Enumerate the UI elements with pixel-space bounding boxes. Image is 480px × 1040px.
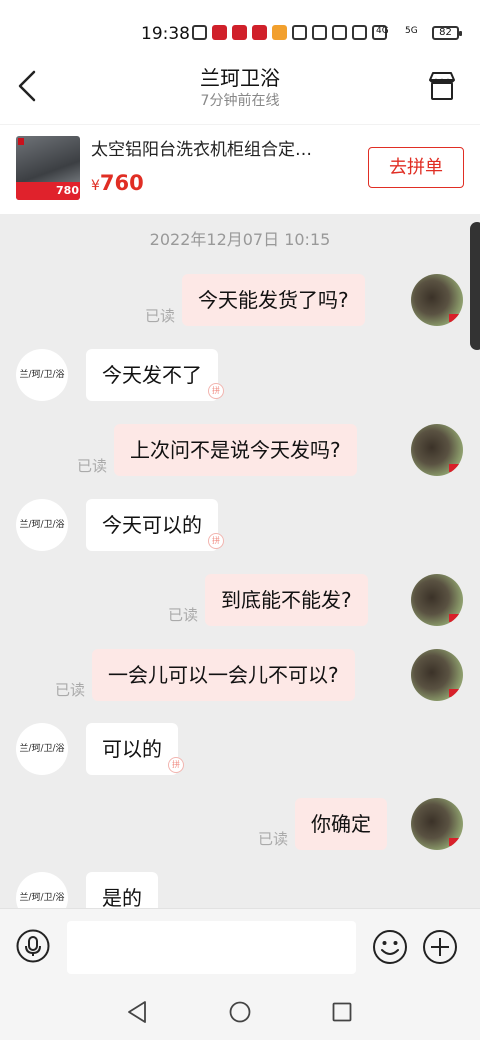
product-card[interactable]: 780 太空铝阳台洗衣机柜组合定… ¥760 去拼单 bbox=[0, 124, 480, 214]
my-avatar[interactable] bbox=[411, 274, 463, 326]
flag-icon bbox=[449, 464, 459, 472]
my-avatar[interactable] bbox=[411, 424, 463, 476]
page-title: 兰珂卫浴 bbox=[200, 66, 280, 90]
chat-timestamp: 2022年12月07日 10:15 bbox=[149, 230, 331, 249]
product-thumbnail[interactable]: 780 bbox=[16, 136, 80, 200]
product-name[interactable]: 太空铝阳台洗衣机柜组合定… bbox=[91, 135, 353, 160]
system-nav-bar bbox=[0, 984, 480, 1040]
chat-area[interactable]: 2022年12月07日 10:15 已读 今天能发货了吗? 兰/珂/卫/浴 今天… bbox=[0, 214, 480, 908]
store-icon[interactable] bbox=[426, 70, 458, 102]
app-notification-icon bbox=[212, 25, 227, 40]
plus-circle-icon[interactable] bbox=[422, 929, 458, 965]
nfc-icon bbox=[312, 25, 327, 40]
pinduoduo-seal-icon: 拼 bbox=[208, 533, 224, 549]
microphone-icon[interactable] bbox=[16, 929, 50, 963]
read-receipt: 已读 bbox=[55, 681, 86, 699]
read-receipt: 已读 bbox=[168, 606, 199, 624]
nav-back-icon[interactable] bbox=[126, 1000, 148, 1024]
delivery-notification-icon bbox=[272, 25, 287, 40]
message-bubble-sent[interactable]: 上次问不是说今天发吗? bbox=[114, 424, 357, 476]
shop-avatar[interactable]: 兰/珂/卫/浴 bbox=[16, 499, 68, 551]
signal-label-2: 5G bbox=[405, 26, 418, 36]
read-receipt: 已读 bbox=[145, 307, 176, 325]
nav-recents-icon[interactable] bbox=[332, 1002, 352, 1022]
status-notification-icons bbox=[192, 25, 387, 40]
side-pull-handle[interactable] bbox=[470, 222, 480, 350]
message-input-bar bbox=[0, 908, 480, 984]
notification-icon bbox=[192, 25, 207, 40]
speed-icon bbox=[292, 25, 307, 40]
alarm-icon bbox=[352, 25, 367, 40]
message-bubble-received[interactable]: 可以的 拼 bbox=[86, 723, 184, 775]
status-time: 19:38 bbox=[141, 24, 190, 44]
message-text: 可以的 bbox=[102, 737, 162, 761]
flag-icon bbox=[449, 614, 459, 622]
bluetooth-icon bbox=[332, 25, 347, 40]
flag-icon bbox=[449, 838, 459, 846]
message-input[interactable] bbox=[67, 921, 356, 974]
message-bubble-received[interactable]: 今天可以的 拼 bbox=[86, 499, 224, 551]
signal-label-1: 4G bbox=[376, 26, 389, 36]
message-bubble-received[interactable]: 今天发不了 拼 bbox=[86, 349, 224, 401]
read-receipt: 已读 bbox=[258, 830, 289, 848]
message-text: 今天发不了 bbox=[102, 363, 202, 387]
my-avatar[interactable] bbox=[411, 798, 463, 850]
shop-avatar[interactable]: 兰/珂/卫/浴 bbox=[16, 872, 68, 908]
message-bubble-received[interactable]: 是的 bbox=[86, 872, 158, 908]
price-currency: ¥ bbox=[91, 178, 100, 194]
shop-avatar[interactable]: 兰/珂/卫/浴 bbox=[16, 723, 68, 775]
message-bubble-sent[interactable]: 一会儿可以一会儿不可以? bbox=[92, 649, 355, 701]
battery-icon: 82 bbox=[432, 26, 462, 40]
message-text: 今天可以的 bbox=[102, 513, 202, 537]
group-buy-button[interactable]: 去拼单 bbox=[368, 147, 464, 188]
chat-header: 兰珂卫浴 7分钟前在线 bbox=[0, 52, 480, 124]
shopping-notification-icon bbox=[252, 25, 267, 40]
price-value: 760 bbox=[99, 171, 144, 195]
bank-notification-icon bbox=[232, 25, 247, 40]
my-avatar[interactable] bbox=[411, 649, 463, 701]
pinduoduo-seal-icon: 拼 bbox=[208, 383, 224, 399]
smile-icon[interactable] bbox=[372, 929, 408, 965]
online-status: 7分钟前在线 bbox=[200, 93, 280, 109]
thumbnail-tag bbox=[18, 138, 24, 145]
nav-home-icon[interactable] bbox=[229, 1001, 251, 1023]
message-bubble-sent[interactable]: 到底能不能发? bbox=[205, 574, 368, 626]
message-bubble-sent[interactable]: 今天能发货了吗? bbox=[182, 274, 365, 326]
flag-icon bbox=[449, 314, 459, 322]
message-bubble-sent[interactable]: 你确定 bbox=[295, 798, 387, 850]
thumbnail-price-badge: 780 bbox=[56, 184, 79, 197]
status-bar: 19:38 4G 5G 82 bbox=[0, 0, 480, 52]
read-receipt: 已读 bbox=[77, 457, 108, 475]
product-price: ¥760 bbox=[91, 171, 144, 195]
pinduoduo-seal-icon: 拼 bbox=[168, 757, 184, 773]
flag-icon bbox=[449, 689, 459, 697]
my-avatar[interactable] bbox=[411, 574, 463, 626]
shop-avatar[interactable]: 兰/珂/卫/浴 bbox=[16, 349, 68, 401]
